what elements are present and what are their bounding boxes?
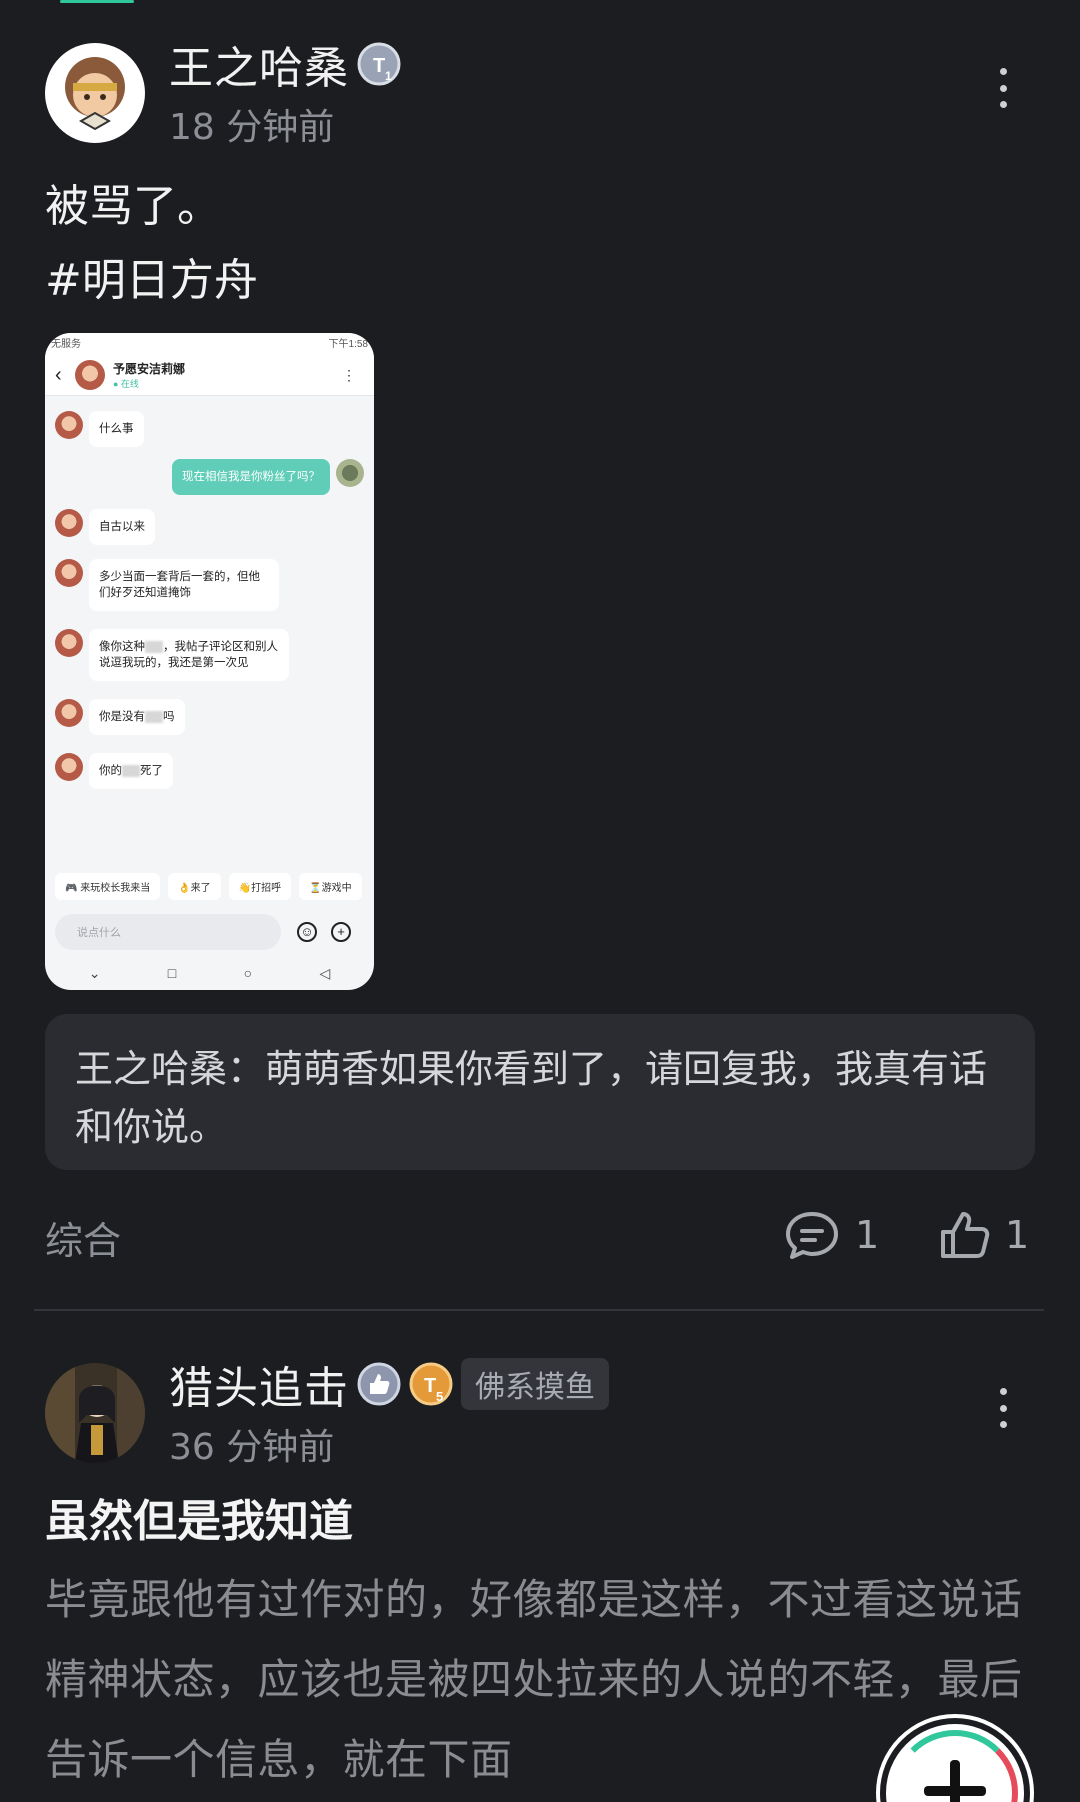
- comment-count: 1: [855, 1213, 880, 1257]
- avatar[interactable]: [45, 1363, 145, 1463]
- triangle-back-icon: ◁: [319, 965, 331, 981]
- category-label[interactable]: 综合: [45, 1210, 121, 1265]
- circle-icon: ○: [243, 965, 253, 981]
- list-item: 你是没有吗: [55, 699, 185, 735]
- avatar[interactable]: [45, 43, 145, 143]
- level-badge-icon: T 1: [357, 42, 401, 86]
- comment-button[interactable]: 1: [783, 1210, 879, 1260]
- author-name[interactable]: 猎头追击: [169, 1352, 349, 1416]
- list-item: 像你这种 ，我帖子评论区和别人说逗我玩的，我还是第一次见: [55, 629, 289, 681]
- level-badge-icon: T 5: [409, 1362, 453, 1406]
- svg-text:5: 5: [436, 1389, 443, 1404]
- list-item: 你的 死了: [55, 753, 173, 789]
- image-chat-header: ‹ 予愿安洁莉娜 ● 在线 ⋮: [45, 355, 374, 396]
- post-image[interactable]: 无服务 下午1:58 ‹ 予愿安洁莉娜 ● 在线 ⋮ 什么事 现在相信我是你粉丝…: [45, 333, 374, 990]
- image-message-list: 什么事 现在相信我是你粉丝了吗？ 自古以来 多少当面一套背后一套的，但他们好歹还…: [45, 393, 374, 990]
- chevron-down-icon: ⌄: [88, 965, 101, 981]
- post-time: 36 分钟前: [169, 1427, 335, 1468]
- more-options-button[interactable]: [991, 1388, 1015, 1428]
- author-block: 猎头追击 T 5 佛系摸鱼 36 分钟前: [169, 1356, 609, 1470]
- thumbs-up-badge-icon: [357, 1362, 401, 1406]
- feed-page: 王之哈桑 T 1 18 分钟前 被骂了。 #明日方舟 无服务 下午1:58 ‹: [0, 0, 1080, 1802]
- user-tag: 佛系摸鱼: [461, 1358, 609, 1410]
- author-block: 王之哈桑 T 1 18 分钟前: [169, 36, 401, 150]
- thumbs-up-icon: [941, 1212, 990, 1258]
- post-header: 王之哈桑 T 1 18 分钟前: [45, 36, 1035, 150]
- svg-text:T: T: [424, 1375, 436, 1397]
- list-item: 多少当面一套背后一套的，但他们好歹还知道掩饰: [55, 559, 279, 611]
- comment-icon: [786, 1212, 838, 1259]
- image-input-bar: 说点什么 ☺ +: [55, 913, 364, 951]
- avatar: [75, 360, 105, 390]
- post-actions: 综合 1 1: [45, 1210, 1035, 1263]
- square-icon: □: [167, 965, 177, 981]
- more-options-button[interactable]: [991, 68, 1015, 108]
- quoted-reply[interactable]: 王之哈桑：萌萌香如果你看到了，请回复我，我真有话和你说。: [45, 1014, 1035, 1170]
- topic-tag[interactable]: #明日方舟: [45, 244, 258, 318]
- image-peer-status: ● 在线: [113, 379, 139, 389]
- more-vertical-icon: ⋮: [342, 367, 356, 383]
- like-count: 1: [1005, 1213, 1030, 1257]
- author-name[interactable]: 王之哈桑: [169, 32, 349, 96]
- svg-text:T: T: [373, 55, 385, 77]
- post-divider: [34, 1309, 1044, 1311]
- post-time: 18 分钟前: [169, 107, 335, 148]
- emoji-icon: ☺: [297, 922, 317, 942]
- list-item: 现在相信我是你粉丝了吗？: [172, 459, 364, 495]
- tab-indicator: [60, 0, 134, 3]
- post-headline[interactable]: 虽然但是我知道: [45, 1485, 353, 1549]
- image-peer-name: 予愿安洁莉娜: [113, 362, 186, 376]
- list-item: 自古以来: [55, 509, 155, 545]
- post-header: 猎头追击 T 5 佛系摸鱼 36 分钟前: [45, 1356, 1035, 1470]
- list-item: 什么事: [55, 411, 144, 447]
- like-button[interactable]: 1: [939, 1210, 1029, 1260]
- more-vertical-icon: [999, 1388, 1007, 1395]
- post-text-line: 被骂了。: [45, 181, 221, 232]
- svg-text:1: 1: [385, 69, 392, 83]
- image-nav-bar: ⌄ □ ○ ◁: [45, 965, 374, 982]
- more-vertical-icon: [999, 68, 1007, 75]
- post-content[interactable]: 被骂了。 #明日方舟: [45, 170, 258, 318]
- plus-icon: +: [331, 922, 351, 942]
- back-icon: ‹: [55, 363, 62, 386]
- image-status-bar: 无服务 下午1:58: [45, 333, 374, 355]
- image-quick-replies: 🎮 来玩校长我来当 👌来了 👋打招呼 ⏳游戏中: [55, 873, 362, 900]
